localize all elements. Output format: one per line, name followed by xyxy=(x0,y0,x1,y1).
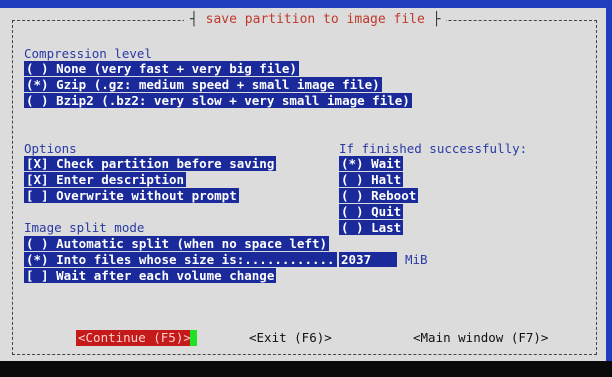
exit-button[interactable]: <Exit (F6)> xyxy=(249,330,332,346)
split-automatic-radio[interactable]: ( ) Automatic split (when no space left) xyxy=(24,236,330,251)
dialog-title: ┤ save partition to image file ├ xyxy=(184,12,447,27)
wait-volume-change-checkbox[interactable]: [ ] Wait after each volume change xyxy=(24,268,277,283)
dialog-title-text: save partition to image file xyxy=(205,12,425,27)
right-border-strip xyxy=(606,0,612,377)
split-size-unit: MiB xyxy=(405,252,428,267)
main-window-button[interactable]: <Main window (F7)> xyxy=(413,330,548,346)
finished-quit-radio[interactable]: ( ) Quit xyxy=(339,204,404,219)
finished-wait-radio[interactable]: (*) Wait xyxy=(339,156,404,171)
bottom-status-strip xyxy=(0,361,612,377)
split-fixed-size-radio[interactable]: (*) Into files whose size is:...........… xyxy=(24,252,337,267)
split-size-input[interactable]: 2037 xyxy=(339,252,397,267)
finished-label: If finished successfully: xyxy=(339,141,528,156)
save-image-dialog: ┤ save partition to image file ├ Compres… xyxy=(8,8,604,361)
finished-reboot-radio[interactable]: ( ) Reboot xyxy=(339,188,419,203)
check-partition-checkbox[interactable]: [X] Check partition before saving xyxy=(24,156,277,171)
text-cursor xyxy=(190,330,197,346)
terminal-screen: ┤ save partition to image file ├ Compres… xyxy=(0,0,612,377)
continue-button[interactable]: <Continue (F5)> xyxy=(76,330,193,346)
top-border-strip xyxy=(0,0,612,8)
options-label: Options xyxy=(24,141,77,156)
overwrite-checkbox[interactable]: [ ] Overwrite without prompt xyxy=(24,188,239,203)
compression-bzip2-radio[interactable]: ( ) Bzip2 (.bz2: very slow + very small … xyxy=(24,93,412,108)
compression-level-label: Compression level xyxy=(24,46,152,61)
finished-last-radio[interactable]: ( ) Last xyxy=(339,220,404,235)
finished-halt-radio[interactable]: ( ) Halt xyxy=(339,172,404,187)
split-mode-label: Image split mode xyxy=(24,220,145,235)
compression-none-radio[interactable]: ( ) None (very fast + very big file) xyxy=(24,61,299,76)
enter-description-checkbox[interactable]: [X] Enter description xyxy=(24,172,187,187)
compression-gzip-radio[interactable]: (*) Gzip (.gz: medium speed + small imag… xyxy=(24,77,382,92)
